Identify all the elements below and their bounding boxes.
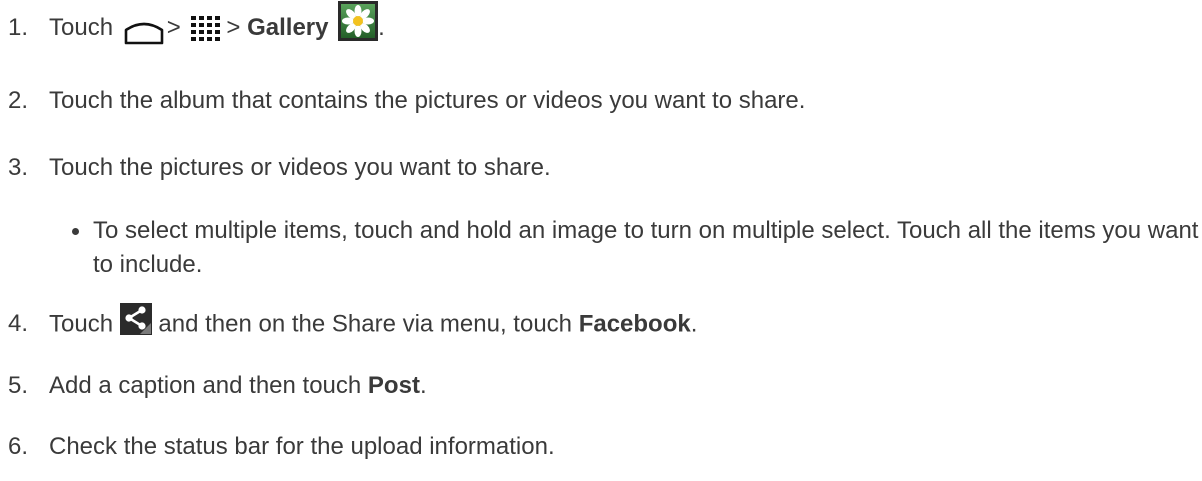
- step-3: 3. Touch the pictures or videos you want …: [0, 153, 551, 183]
- step-text: Check the status bar for the upload info…: [49, 433, 555, 460]
- step-text: Touch the pictures or videos you want to…: [49, 154, 551, 181]
- period: .: [419, 372, 427, 399]
- step-number: 4.: [8, 310, 29, 338]
- gallery-label: Gallery: [247, 14, 329, 41]
- bullet-text: To select multiple items, touch and hold…: [93, 217, 1199, 278]
- facebook-label: Facebook: [578, 310, 691, 338]
- share-icon: [119, 303, 152, 335]
- period: .: [690, 310, 698, 338]
- step-text: Add a caption and then touch: [49, 372, 362, 399]
- step-text: Touch the album that contains the pictur…: [49, 87, 806, 114]
- step-text: and then on the Share via menu, touch: [158, 310, 573, 338]
- separator: >: [166, 14, 181, 41]
- apps-grid-icon: [190, 12, 222, 41]
- step-number: 2.: [8, 87, 29, 114]
- period: .: [378, 14, 385, 41]
- home-icon: [123, 14, 165, 44]
- step-number: 1.: [8, 14, 29, 41]
- bullet-dot: [72, 228, 79, 235]
- step-1: 1. Touch > > Gallery .: [0, 0, 385, 52]
- step-number: 6.: [8, 433, 29, 460]
- gallery-app-icon: [338, 0, 379, 41]
- step-number: 3.: [8, 154, 29, 181]
- step-3-bullet: To select multiple items, touch and hold…: [72, 214, 1202, 282]
- step-text: Touch: [49, 14, 114, 41]
- step-6: 6. Check the status bar for the upload in…: [0, 432, 555, 462]
- post-label: Post: [367, 372, 420, 399]
- step-2: 2. Touch the album that contains the pict…: [0, 86, 805, 116]
- separator: >: [226, 14, 241, 41]
- step-number: 5.: [8, 372, 29, 399]
- step-4: 4. Touch and then on the Share via menu, …: [0, 303, 698, 341]
- step-5: 5. Add a caption and then touch Post.: [0, 371, 427, 401]
- step-text: Touch: [49, 310, 114, 338]
